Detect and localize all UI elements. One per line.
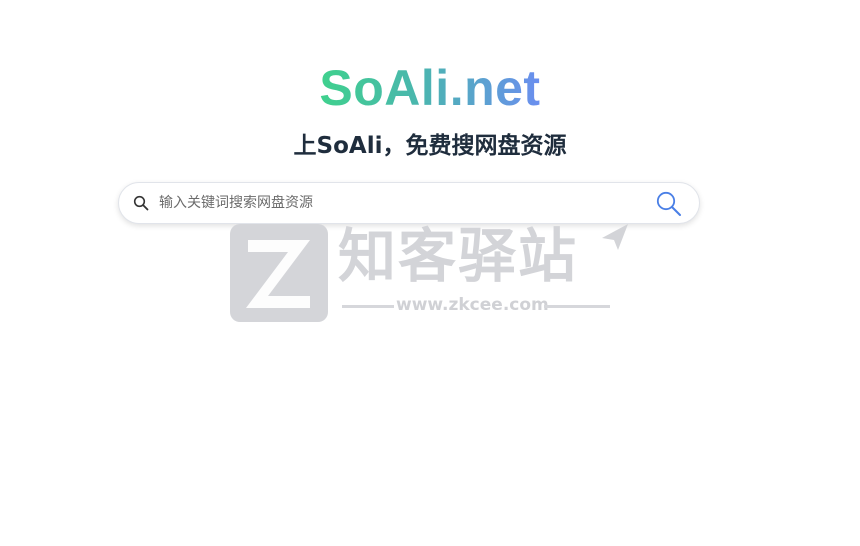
site-logo[interactable]: SoAli.net bbox=[0, 58, 860, 118]
site-logo-text[interactable]: SoAli.net bbox=[319, 60, 540, 116]
search-button-icon bbox=[656, 191, 681, 216]
search-icon bbox=[133, 195, 149, 211]
watermark-url: www.zkcee.com bbox=[396, 295, 549, 315]
watermark-title: 知客驿站 bbox=[338, 222, 579, 290]
search-button[interactable] bbox=[651, 187, 687, 221]
search-box[interactable] bbox=[118, 182, 700, 224]
watermark-arrow-icon bbox=[602, 224, 628, 250]
watermark: 知客驿站 www.zkcee.com bbox=[228, 220, 638, 324]
page: SoAli.net 上SoAli，免费搜网盘资源 知客驿站 bbox=[0, 0, 860, 546]
z-logo-icon bbox=[230, 224, 328, 322]
tagline: 上SoAli，免费搜网盘资源 bbox=[293, 133, 567, 159]
search-input[interactable] bbox=[159, 191, 639, 215]
watermark-line-right bbox=[544, 305, 610, 308]
watermark-line-left bbox=[342, 305, 394, 308]
